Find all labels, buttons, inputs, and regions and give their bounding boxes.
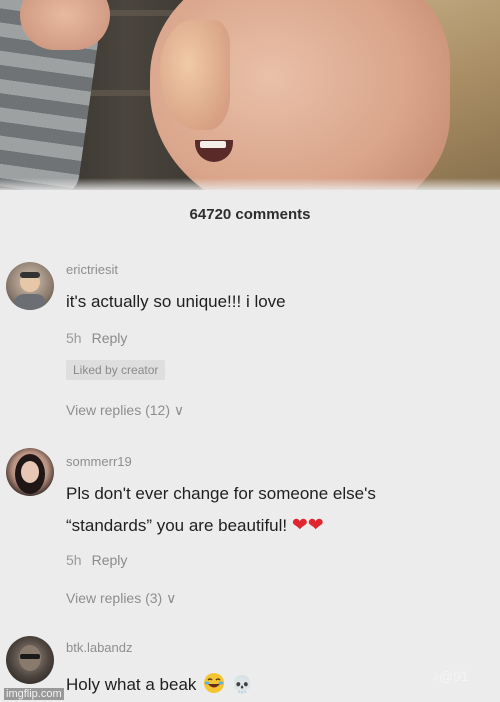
video-frame[interactable]: [0, 0, 500, 190]
avatar-person-icon: [14, 272, 46, 310]
comment-text-line-1: Pls don't ever change for someone else's: [66, 484, 376, 503]
heart-emoji-icon: ❤: [307, 515, 324, 536]
comment-text-wrap: Holy what a beak 💀: [66, 672, 253, 695]
comments-count: 64720 comments: [189, 206, 311, 223]
reply-button[interactable]: Reply: [92, 552, 128, 568]
chevron-down-icon: ∨: [166, 590, 177, 606]
comment-text-line-2: “standards” you are beautiful!: [66, 516, 288, 535]
crying-laughing-emoji-icon: [204, 673, 225, 693]
chevron-down-icon: ∨: [173, 402, 185, 418]
tiktok-watermark: ♪@91: [432, 668, 469, 684]
comment-time: 5h: [66, 552, 82, 568]
comment-text: Holy what a beak: [66, 675, 197, 694]
reply-button[interactable]: Reply: [92, 330, 128, 346]
comment-text-line-2-wrap: “standards” you are beautiful! ❤❤: [66, 516, 324, 536]
avatar[interactable]: [6, 262, 54, 310]
avatar[interactable]: [6, 636, 54, 684]
skull-emoji-icon: 💀: [231, 675, 254, 694]
imgflip-watermark: imgflip.com: [4, 688, 64, 700]
comment-username[interactable]: erictriesit: [66, 262, 118, 277]
view-replies-label: View replies (3): [66, 590, 163, 606]
liked-by-creator-badge: Liked by creator: [66, 360, 166, 380]
comment-username[interactable]: btk.labandz: [66, 640, 133, 655]
comment-text: it's actually so unique!!! i love: [66, 292, 286, 311]
avatar[interactable]: [6, 448, 54, 496]
heart-emoji-icon: ❤: [291, 515, 308, 536]
view-replies-button[interactable]: View replies (3) ∨: [66, 590, 176, 607]
teeth-shape: [200, 141, 226, 148]
comment-meta: 5h Reply: [66, 330, 127, 346]
comment-meta: 5h Reply: [66, 552, 127, 568]
view-replies-label: View replies (12): [66, 402, 171, 418]
hand-shape: [20, 0, 110, 50]
comment-time: 5h: [66, 330, 82, 346]
comment-username[interactable]: sommerr19: [66, 454, 132, 469]
view-replies-button[interactable]: View replies (12) ∨: [66, 402, 184, 419]
video-fade: [0, 178, 500, 190]
avatar-person-icon: [15, 454, 45, 494]
avatar-person-icon: [19, 645, 41, 671]
